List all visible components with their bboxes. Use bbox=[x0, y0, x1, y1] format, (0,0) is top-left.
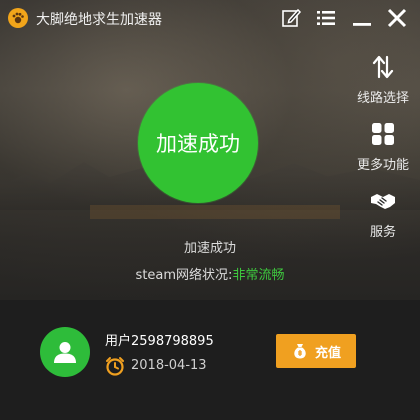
network-status-label: steam网络状况: bbox=[135, 268, 233, 283]
money-bag-icon bbox=[294, 344, 306, 359]
alarm-clock-icon bbox=[106, 357, 124, 376]
accelerate-button[interactable]: 加速成功 bbox=[138, 83, 258, 203]
network-status: steam网络状况:非常流畅 bbox=[0, 264, 420, 283]
app-logo-icon bbox=[8, 8, 28, 28]
close-icon[interactable] bbox=[386, 7, 408, 29]
route-switch-icon bbox=[372, 55, 394, 79]
sidebar-item-service[interactable]: 服务 bbox=[346, 188, 420, 240]
handshake-icon bbox=[371, 194, 395, 209]
expiry-date: 2018-04-13 bbox=[131, 358, 207, 373]
avatar[interactable] bbox=[40, 327, 90, 377]
recharge-button[interactable]: 充值 bbox=[276, 334, 356, 368]
username: 用户2598798895 bbox=[105, 334, 214, 349]
edit-icon[interactable] bbox=[280, 7, 302, 29]
app-title: 大脚绝地求生加速器 bbox=[36, 12, 162, 28]
user-icon bbox=[54, 342, 76, 363]
sidebar-item-label: 更多功能 bbox=[356, 158, 409, 173]
sidebar-item-label: 服务 bbox=[369, 225, 396, 240]
menu-list-icon[interactable] bbox=[315, 7, 337, 29]
sidebar-item-route-select[interactable]: 线路选择 bbox=[346, 54, 420, 106]
sidebar-item-more-features[interactable]: 更多功能 bbox=[346, 121, 420, 173]
minimize-icon[interactable] bbox=[351, 7, 373, 29]
grid-icon bbox=[372, 123, 394, 145]
network-status-value: 非常流畅 bbox=[232, 268, 285, 283]
account-panel: 用户2598798895 2018-04-13 充值 bbox=[0, 300, 420, 420]
background-banner bbox=[90, 205, 340, 219]
accelerate-button-label: 加速成功 bbox=[156, 132, 240, 156]
title-bar: 大脚绝地求生加速器 bbox=[0, 0, 420, 36]
sidebar-item-label: 线路选择 bbox=[356, 91, 409, 106]
recharge-label: 充值 bbox=[314, 345, 341, 361]
